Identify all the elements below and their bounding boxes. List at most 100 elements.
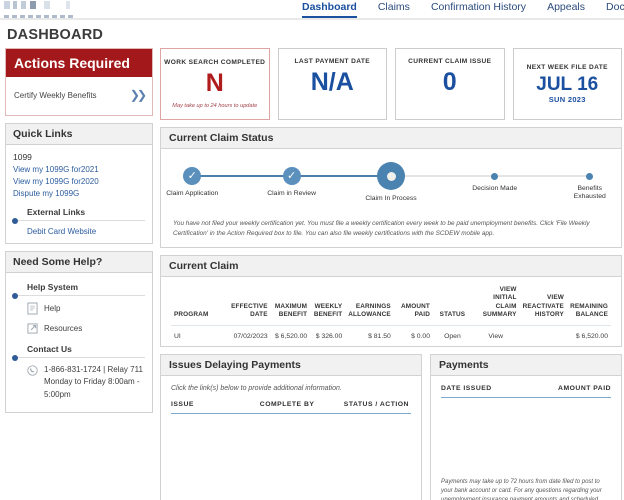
stat-card-last-payment-date: LAST PAYMENT DATE N/A xyxy=(277,48,387,120)
issues-title: Issues Delaying Payments xyxy=(161,355,421,377)
claim-progress-stepper: ✓ Claim Application ✓ Claim in Review Cl… xyxy=(166,162,607,208)
page-title: DASHBOARD xyxy=(7,27,104,43)
col-status: STATUS xyxy=(439,310,466,318)
chevron-right-icon: ❯❯ xyxy=(129,88,147,102)
help-link-resources[interactable]: Resources xyxy=(27,322,145,335)
col-view-initial-claim-summary: VIEW INITIAL CLAIM SUMMARY xyxy=(482,285,517,318)
nav-item-dashboard[interactable]: Dashboard xyxy=(302,1,357,18)
stat-card-label: NEXT WEEK FILE DATE xyxy=(526,64,608,72)
current-claim-status-panel: Current Claim Status ✓ Claim Application… xyxy=(160,127,622,248)
phone-icon xyxy=(27,365,38,376)
main-content: WORK SEARCH COMPLETED N May take up to 2… xyxy=(160,48,622,500)
cell-status: Open xyxy=(444,333,461,341)
need-help-title: Need Some Help? xyxy=(6,252,152,273)
quick-link-dispute-1099g[interactable]: Dispute my 1099G xyxy=(13,189,145,198)
status-cards: WORK SEARCH COMPLETED N May take up to 2… xyxy=(160,48,622,120)
external-link-debit-card-website[interactable]: Debit Card Website xyxy=(27,227,145,236)
stat-card-note: May take up to 24 hours to update xyxy=(172,102,258,109)
section-divider xyxy=(12,354,145,361)
nav-item-confirmation-history[interactable]: Confirmation History xyxy=(431,1,526,18)
action-item-certify-weekly-benefits[interactable]: Certify Weekly Benefits ❯❯ xyxy=(14,88,147,102)
col-amount-paid: AMOUNT PAID xyxy=(401,302,430,318)
quick-link-view-1099g-2021[interactable]: View my 1099G for2021 xyxy=(13,165,145,174)
current-claim-table: PROGRAM EFFECTIVE DATE MAXIMUM BENEFIT W… xyxy=(171,286,611,342)
payments-panel: Payments DATE ISSUED AMOUNT PAID Payment… xyxy=(430,354,622,500)
pending-step-icon xyxy=(586,172,594,180)
help-link-label: Resources xyxy=(44,324,83,333)
page-layout: Actions Required Certify Weekly Benefits… xyxy=(0,48,624,500)
agency-logo-subtext xyxy=(4,15,74,18)
stat-card-next-week-file-date: NEXT WEEK FILE DATE JUL 16 SUN 2023 xyxy=(512,48,622,120)
cell-maximum-benefit: $ 6,520.00 xyxy=(275,333,308,341)
stat-card-label: LAST PAYMENT DATE xyxy=(294,58,370,66)
payments-disclaimer: Payments may take up to 72 hours from da… xyxy=(441,478,611,500)
contact-phone[interactable]: 1-866-831-1724 | Relay 711 xyxy=(44,364,145,376)
payments-title: Payments xyxy=(431,355,621,377)
nav-item-appeals[interactable]: Appeals xyxy=(547,1,585,18)
cell-earnings-allowance: $ 81.50 xyxy=(368,333,391,341)
stepper-step-decision-made[interactable]: Decision Made xyxy=(450,162,540,193)
col-earnings-allowance: EARNINGS ALLOWANCE xyxy=(348,302,391,318)
table-header-row: DATE ISSUED AMOUNT PAID xyxy=(441,385,611,398)
quick-links-heading-1099: 1099 xyxy=(13,152,32,162)
stat-card-value: 0 xyxy=(442,68,457,97)
help-link-label: Help xyxy=(44,304,61,313)
issues-hint: Click the link(s) below to provide addit… xyxy=(171,385,342,393)
stepper-step-claim-application[interactable]: ✓ Claim Application xyxy=(147,162,237,198)
stat-card-value: N xyxy=(205,69,224,98)
main-nav: Dashboard Claims Confirmation History Ap… xyxy=(302,0,624,18)
col-date-issued: DATE ISSUED xyxy=(441,385,492,393)
need-help-card: Need Some Help? Help System Help Resourc… xyxy=(5,251,153,414)
cell-program: UI xyxy=(174,333,181,341)
col-weekly-benefit: WEEKLY BENEFIT xyxy=(313,302,343,318)
sidebar: Actions Required Certify Weekly Benefits… xyxy=(5,48,153,500)
check-icon: ✓ xyxy=(183,167,202,185)
top-navigation-bar: Dashboard Claims Confirmation History Ap… xyxy=(0,0,624,20)
stepper-step-benefits-exhausted[interactable]: Benefits Exhausted xyxy=(545,162,624,201)
section-divider xyxy=(12,217,145,224)
section-divider xyxy=(12,292,145,299)
contact-info: 1-866-831-1724 | Relay 711 Monday to Fri… xyxy=(27,364,145,401)
stat-card-value: JUL 16 xyxy=(536,74,599,96)
payments-table: DATE ISSUED AMOUNT PAID xyxy=(441,385,611,398)
stat-card-subvalue: SUN 2023 xyxy=(548,94,586,104)
current-claim-title: Current Claim xyxy=(161,255,621,277)
external-links-heading: External Links xyxy=(27,207,86,217)
cell-remaining-balance: $ 6,520.00 xyxy=(575,333,608,341)
col-remaining-balance: REMAINING BALANCE xyxy=(570,302,608,318)
col-view-reactivate-history: VIEW REACTIVATE HISTORY xyxy=(522,294,564,318)
contact-us-heading: Contact Us xyxy=(27,344,72,354)
cell-weekly-benefit: $ 326.00 xyxy=(315,333,343,341)
help-system-heading: Help System xyxy=(27,282,79,292)
col-status-action: STATUS / ACTION xyxy=(343,401,409,409)
cell-effective-date: 07/02/2023 xyxy=(233,333,268,341)
contact-hours: Monday to Friday 8:00am - 5:00pm xyxy=(44,377,140,399)
cell-amount-paid: $ 0.00 xyxy=(411,333,430,341)
help-link-help[interactable]: Help xyxy=(27,302,145,315)
stat-card-current-claim-issue: CURRENT CLAIM ISSUE 0 xyxy=(395,48,505,120)
current-claim-panel: Current Claim PROGRAM EFFECTIVE DATE MAX… xyxy=(160,254,622,348)
cell-view-reactivate-history xyxy=(520,326,567,343)
check-icon: ✓ xyxy=(282,167,301,185)
table-row: UI 07/02/2023 $ 6,520.00 $ 326.00 $ 81.5… xyxy=(171,325,611,343)
claim-status-note: You have not filed your weekly certifica… xyxy=(173,220,590,237)
table-header-row: ISSUE COMPLETE BY STATUS / ACTION xyxy=(171,401,411,414)
current-step-icon xyxy=(377,162,405,190)
stepper-step-label: Claim Application xyxy=(166,190,219,197)
col-maximum-benefit: MAXIMUM BENEFIT xyxy=(274,302,308,318)
quick-links-title: Quick Links xyxy=(6,124,152,145)
nav-item-claims[interactable]: Claims xyxy=(378,1,410,18)
stepper-step-label: Claim In Process xyxy=(365,195,417,202)
issues-delaying-payments-panel: Issues Delaying Payments Click the link(… xyxy=(160,354,422,500)
agency-logo xyxy=(4,1,100,9)
stepper-step-claim-in-review[interactable]: ✓ Claim in Review xyxy=(247,162,337,198)
cell-view-initial-claim-summary-link[interactable]: View xyxy=(472,326,520,343)
stepper-step-claim-in-process[interactable]: Claim In Process xyxy=(346,162,436,203)
stat-card-value: N/A xyxy=(310,68,354,97)
external-link-icon xyxy=(27,323,38,334)
document-icon xyxy=(27,302,38,315)
quick-link-view-1099g-2020[interactable]: View my 1099G for2020 xyxy=(13,177,145,186)
col-effective-date: EFFECTIVE DATE xyxy=(231,302,268,318)
actions-required-card: Actions Required Certify Weekly Benefits… xyxy=(5,48,153,116)
nav-item-documents[interactable]: Documents xyxy=(606,1,624,18)
